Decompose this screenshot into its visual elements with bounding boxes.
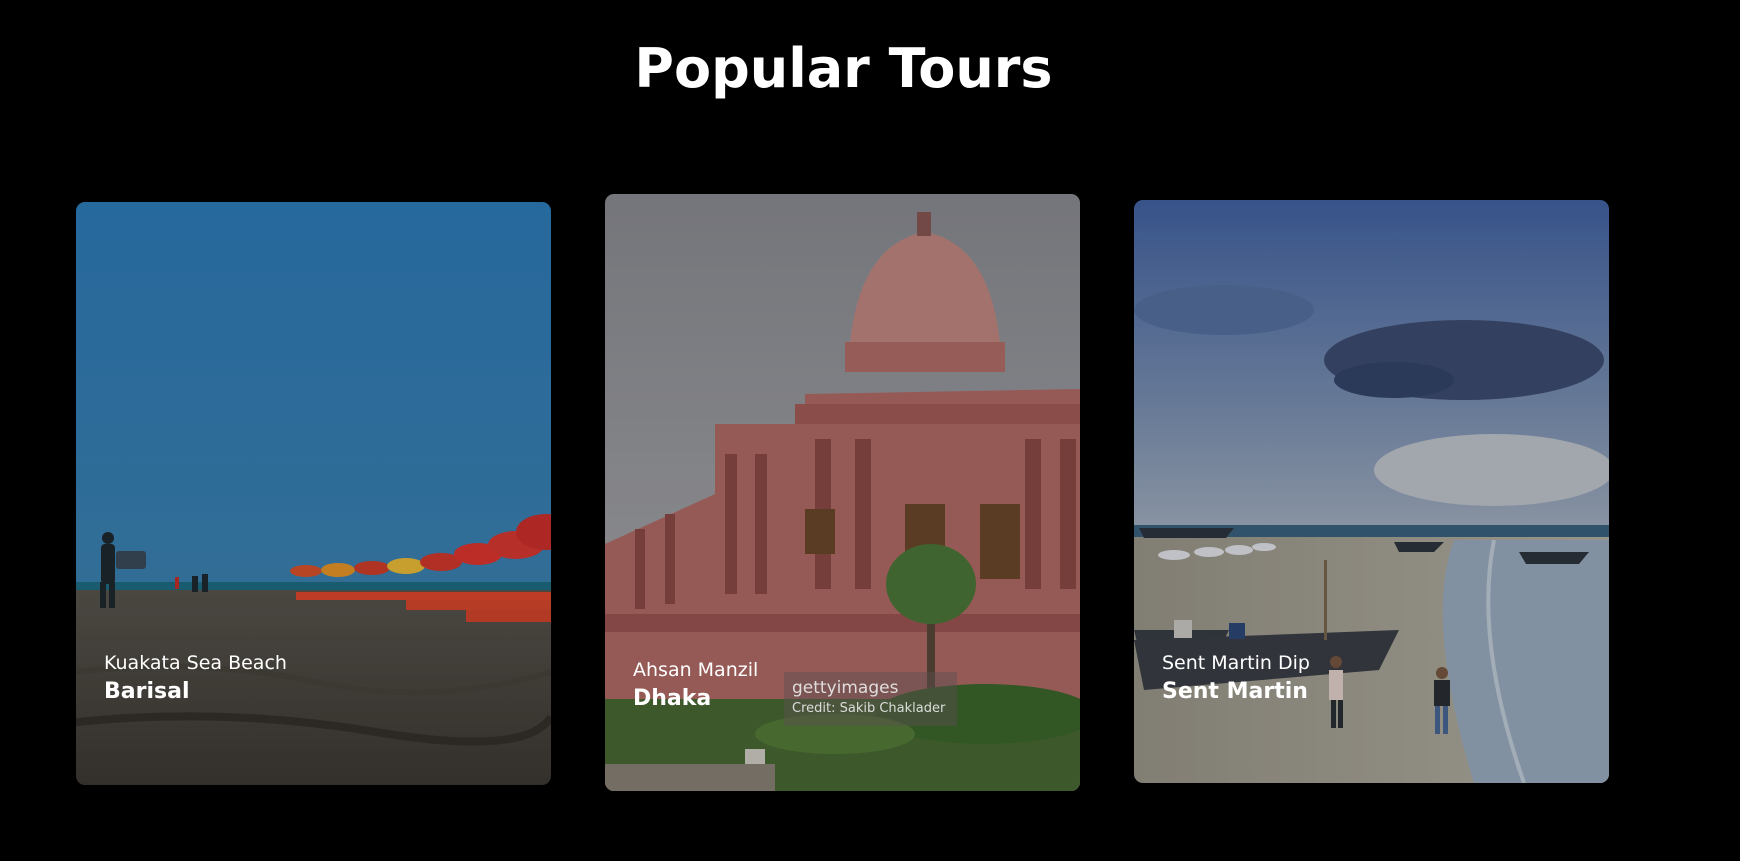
section-heading: Popular Tours xyxy=(634,37,1053,100)
tour-caption: Sent Martin Dip Sent Martin xyxy=(1162,651,1310,707)
tour-card-barisal[interactable]: Kuakata Sea Beach Barisal xyxy=(76,202,551,785)
watermark-brand: gettyimages xyxy=(792,678,899,698)
tour-card-dhaka[interactable]: gettyimages Credit: Sakib Chaklader Ahsa… xyxy=(605,194,1080,791)
tour-subtitle: Kuakata Sea Beach xyxy=(104,652,287,674)
watermark-credit: Credit: Sakib Chaklader xyxy=(792,701,946,716)
tour-caption: Kuakata Sea Beach Barisal xyxy=(104,651,287,707)
tour-card-sent-martin[interactable]: Sent Martin Dip Sent Martin xyxy=(1134,200,1609,783)
watermark: gettyimages Credit: Sakib Chaklader xyxy=(784,672,957,726)
tour-title[interactable]: Sent Martin xyxy=(1162,677,1310,707)
tour-subtitle: Ahsan Manzil xyxy=(633,659,759,681)
tour-subtitle: Sent Martin Dip xyxy=(1162,652,1310,674)
tour-title[interactable]: Barisal xyxy=(104,677,287,707)
tour-title[interactable]: Dhaka xyxy=(633,684,758,714)
tour-caption: Ahsan Manzil Dhaka xyxy=(633,658,758,714)
